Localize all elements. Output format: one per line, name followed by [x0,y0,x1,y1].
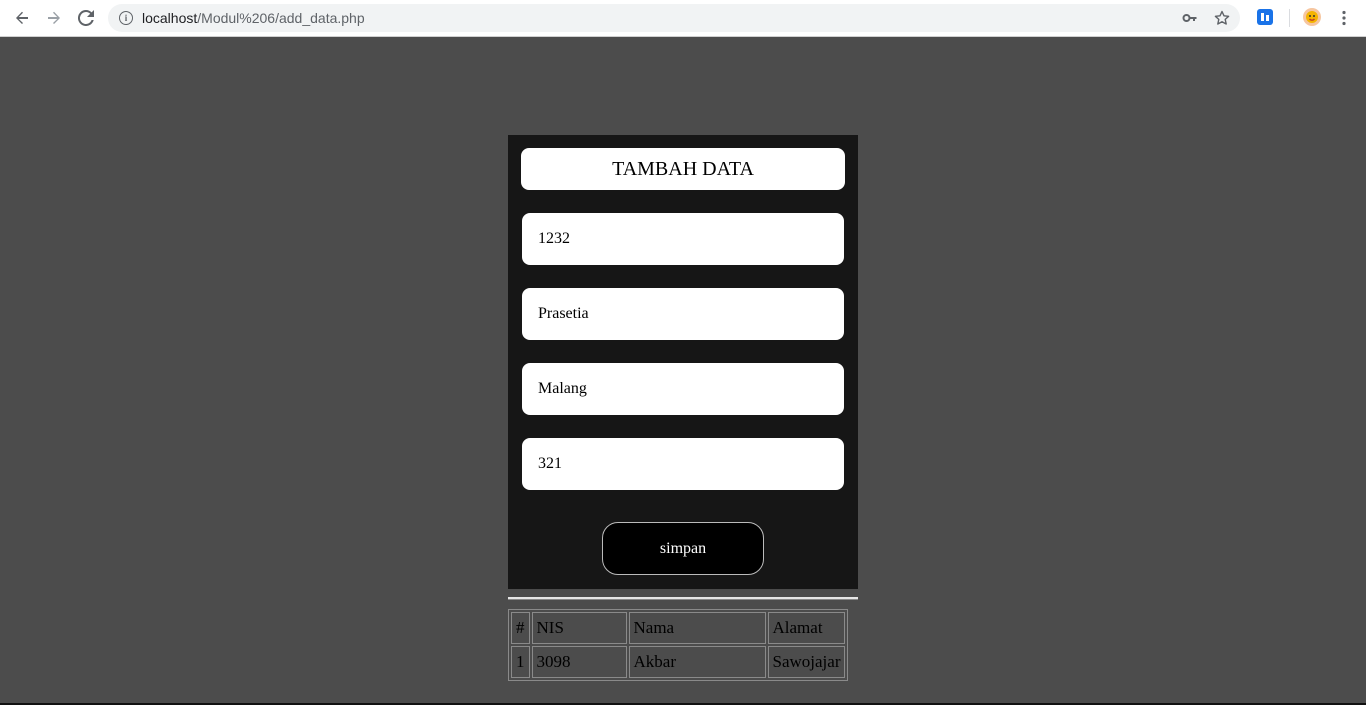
url-host: localhost [142,10,198,26]
key-icon[interactable] [1180,8,1200,28]
header-cell-alamat: Alamat [767,612,846,644]
url-path: /Modul%206/add_data.php [197,10,365,26]
divider [508,597,858,600]
cell-number: 1 [511,646,530,678]
simpan-button[interactable]: simpan [602,522,764,575]
address-bar[interactable]: i localhost/Modul%206/add_data.php [108,4,1240,32]
menu-icon[interactable] [1332,6,1356,30]
url-text[interactable]: localhost/Modul%206/add_data.php [142,10,365,26]
form-title: TAMBAH DATA [521,148,845,190]
add-data-form: TAMBAH DATA 1232 Prasetia Malang 321 sim… [508,135,858,589]
info-icon[interactable]: i [119,11,133,25]
table-row: 1 3098 Akbar Sawojajar [511,646,846,678]
extension-icon[interactable] [1257,9,1273,25]
header-cell-number: # [511,612,530,644]
table-header-row: # NIS Nama Alamat [511,612,846,644]
back-icon[interactable] [10,6,34,30]
header-cell-nis: NIS [531,612,627,644]
data-table: # NIS Nama Alamat 1 3098 Akbar Sawojajar [508,609,849,681]
header-cell-nama: Nama [628,612,766,644]
cell-nama: Akbar [628,646,766,678]
forward-icon[interactable] [42,6,66,30]
reload-icon[interactable] [74,6,98,30]
toolbar-separator [1289,9,1290,27]
alamat-input[interactable]: Malang [522,363,844,415]
star-icon[interactable] [1212,8,1232,28]
cell-alamat: Sawojajar [767,646,846,678]
profile-avatar-icon[interactable] [1303,8,1321,26]
nis-input[interactable]: 1232 [522,213,844,265]
nama-input[interactable]: Prasetia [522,288,844,340]
fourth-input[interactable]: 321 [522,438,844,490]
cell-nis: 3098 [531,646,627,678]
browser-toolbar: i localhost/Modul%206/add_data.php [0,0,1366,37]
